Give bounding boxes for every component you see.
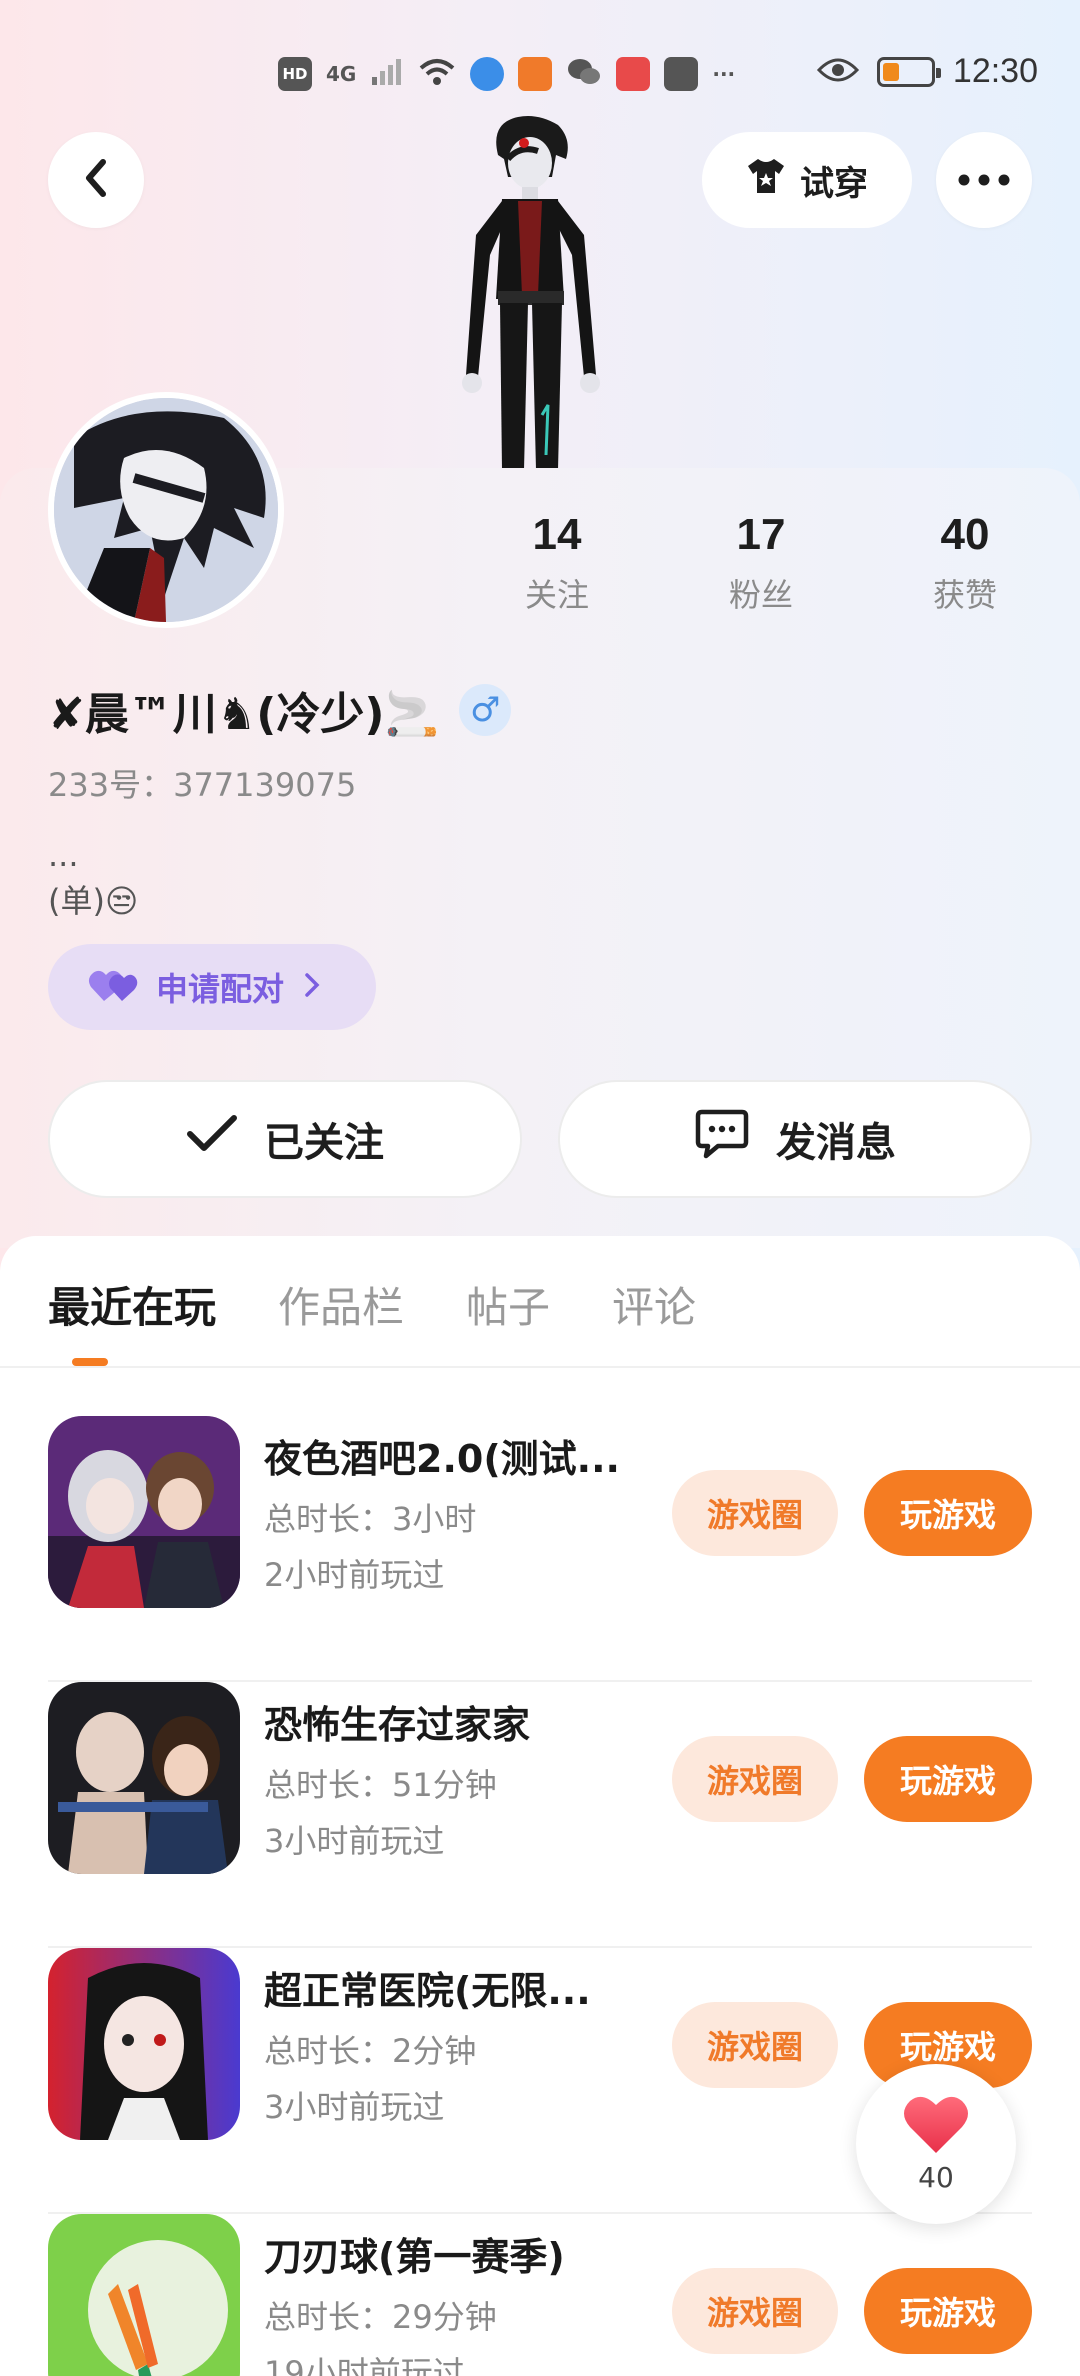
- game-circle-button[interactable]: 游戏圈: [672, 1470, 838, 1556]
- try-on-label: 试穿: [800, 163, 868, 204]
- likes-label: 获赞: [932, 576, 997, 614]
- more-notifications: ···: [712, 62, 736, 86]
- more-dots-icon: [958, 171, 1010, 190]
- bio-line: (单)😒: [48, 882, 139, 920]
- more-button[interactable]: [936, 132, 1032, 228]
- hd-icon: HD: [278, 57, 312, 91]
- chevron-left-icon: [79, 158, 113, 202]
- profile-stats: 14 关注 17 粉丝 40 获赞: [455, 510, 1067, 616]
- signal-icon: [370, 57, 404, 91]
- game-last-played: 3小时前玩过: [264, 2088, 445, 2126]
- bio-line: ...: [48, 836, 79, 874]
- game-last-played: 19小时前玩过: [264, 2354, 465, 2376]
- game-name: 夜色酒吧2.0(测试...: [264, 1437, 620, 1481]
- tab-posts[interactable]: 帖子: [466, 1274, 550, 1335]
- followers-count: 17: [736, 510, 786, 559]
- profile-tabs: 最近在玩 作品栏 帖子 评论: [48, 1274, 696, 1335]
- send-message-button[interactable]: 发消息: [558, 1080, 1032, 1198]
- play-game-button[interactable]: 玩游戏: [864, 1736, 1032, 1822]
- user-id: 233号：377139075: [48, 766, 357, 804]
- followers-label: 粉丝: [728, 576, 793, 614]
- app-icon: [518, 57, 553, 91]
- chevron-right-icon: [302, 971, 322, 1003]
- play-game-button[interactable]: 玩游戏: [864, 2268, 1032, 2354]
- following-count: 14: [532, 510, 582, 559]
- game-duration: 总时长：29分钟: [264, 2298, 497, 2336]
- network-type: 4G: [326, 62, 357, 86]
- game-circle-button[interactable]: 游戏圈: [672, 1736, 838, 1822]
- status-icons-left: HD 4G ···: [278, 56, 735, 92]
- stat-following[interactable]: 14 关注: [455, 510, 659, 616]
- try-on-button[interactable]: 试穿: [702, 132, 912, 228]
- request-pair-button[interactable]: 申请配对: [48, 944, 376, 1030]
- profile-avatar[interactable]: [48, 392, 284, 628]
- browser-icon: [470, 57, 505, 91]
- play-game-button[interactable]: 玩游戏: [864, 1470, 1032, 1556]
- clock: 12:30: [952, 52, 1038, 90]
- request-pair-label: 申请配对: [156, 970, 285, 1008]
- active-tab-indicator: [72, 1358, 108, 1366]
- profile-name-row: ✘晨™川♞(冷少)🚬 ♂: [48, 678, 512, 742]
- likes-count: 40: [940, 510, 990, 559]
- game-circle-button[interactable]: 游戏圈: [672, 2268, 838, 2354]
- wifi-icon: [418, 57, 456, 91]
- stat-likes[interactable]: 40 获赞: [863, 510, 1067, 616]
- followed-label: 已关注: [264, 1120, 384, 1166]
- profile-page: HD 4G ··· 12:30 试穿 14 关注 17 粉丝 40 获赞 ✘晨™…: [0, 0, 1080, 2376]
- stat-followers[interactable]: 17 粉丝: [659, 510, 863, 616]
- game-last-played: 2小时前玩过: [264, 1556, 445, 1594]
- heart-icon: [902, 2095, 970, 2159]
- like-button[interactable]: 40: [856, 2064, 1016, 2224]
- send-message-label: 发消息: [776, 1120, 896, 1166]
- game-name: 刀刃球(第一赛季): [264, 2235, 565, 2279]
- status-icons-right: 12:30: [816, 52, 1038, 91]
- game-name: 恐怖生存过家家: [264, 1703, 531, 1747]
- checkmark-icon: [186, 1114, 238, 1164]
- male-icon: ♂: [459, 684, 512, 736]
- game-last-played: 3小时前玩过: [264, 1822, 445, 1860]
- game-duration: 总时长：3小时: [264, 1500, 477, 1538]
- game-thumbnail[interactable]: [48, 1416, 240, 1608]
- book-icon: [616, 57, 651, 91]
- wechat-icon: [566, 56, 602, 92]
- back-button[interactable]: [48, 132, 144, 228]
- bio: ... (单)😒: [48, 832, 138, 924]
- list-item[interactable]: 恐怖生存过家家 总时长：51分钟 3小时前玩过 游戏圈 玩游戏: [0, 1682, 1080, 1948]
- bag-icon: [664, 57, 699, 91]
- game-thumbnail[interactable]: [48, 1948, 240, 2140]
- list-item[interactable]: 夜色酒吧2.0(测试... 总时长：3小时 2小时前玩过 游戏圈 玩游戏: [0, 1416, 1080, 1682]
- list-item[interactable]: 刀刃球(第一赛季) 总时长：29分钟 19小时前玩过 游戏圈 玩游戏: [0, 2214, 1080, 2376]
- game-duration: 总时长：2分钟: [264, 2032, 477, 2070]
- tab-comments[interactable]: 评论: [612, 1274, 696, 1335]
- chat-bubble-icon: [694, 1108, 750, 1170]
- battery-icon: [876, 56, 941, 87]
- tab-recently-played[interactable]: 最近在玩: [48, 1274, 216, 1335]
- recent-games-list: 夜色酒吧2.0(测试... 总时长：3小时 2小时前玩过 游戏圈 玩游戏 恐怖生…: [0, 1416, 1080, 2376]
- followed-button[interactable]: 已关注: [48, 1080, 522, 1198]
- nickname: ✘晨™川♞(冷少)🚬: [48, 689, 440, 740]
- game-thumbnail[interactable]: [48, 1682, 240, 1874]
- game-duration: 总时长：51分钟: [264, 1766, 497, 1804]
- avatar-character-figure[interactable]: [420, 115, 640, 470]
- following-label: 关注: [524, 576, 589, 614]
- game-circle-button[interactable]: 游戏圈: [672, 2002, 838, 2088]
- game-name: 超正常医院(无限...: [264, 1969, 591, 2013]
- tshirt-icon: [746, 157, 786, 204]
- game-thumbnail[interactable]: [48, 2214, 240, 2376]
- eye-icon: [816, 56, 859, 88]
- like-count: 40: [918, 2160, 954, 2194]
- divider: [0, 1366, 1080, 1368]
- tab-works[interactable]: 作品栏: [278, 1274, 404, 1335]
- double-heart-icon: [88, 967, 138, 1007]
